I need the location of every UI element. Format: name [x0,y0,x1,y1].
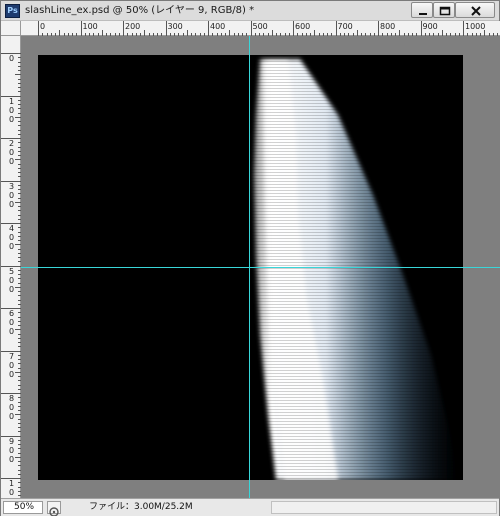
ruler-label: 3 [8,181,15,191]
status-menu-button[interactable] [47,501,61,516]
ruler-label: 5 [8,266,15,276]
ruler-label: 0 [8,148,15,157]
ruler-label: 1000 [465,22,486,31]
maximize-button[interactable] [433,2,455,18]
ruler-tick [165,21,167,36]
ruler-label: 0 [8,327,15,336]
ruler-label: 0 [8,318,15,327]
vertical-ruler[interactable]: 01002003004005006007008009001000 [1,36,21,515]
ruler-label: 0 [8,403,15,412]
ruler-label: 1 [8,96,15,106]
ruler-label: 7 [8,351,15,361]
ruler-label: 0 [8,105,15,115]
ruler-label: 2 [8,139,15,148]
maximize-icon [439,6,451,16]
status-menu-icon [49,507,59,516]
ruler-tick [463,21,464,36]
status-bar: 50% ファイル：3.00M/25.2M [1,498,499,516]
zoom-level-field[interactable]: 50% [3,501,43,514]
ruler-tick [335,21,337,36]
ruler-label: 200 [125,22,141,31]
horizontal-scrollbar[interactable] [271,501,497,514]
ruler-label: 0 [8,412,15,421]
ruler-label: 9 [8,436,15,446]
ruler-label: 500 [252,22,268,31]
ruler-label: 300 [167,22,183,31]
ruler-label: 0 [8,275,15,285]
title-bar[interactable]: Ps slashLine_ex.psd @ 50% (レイヤー 9, RGB/8… [1,1,499,21]
ruler-label: 0 [8,114,15,124]
canvas-area[interactable] [21,36,500,498]
file-size-info: ファイル：3.00M/25.2M [89,502,193,512]
ruler-label: 700 [337,22,353,31]
ruler-label: 0 [8,199,15,209]
ruler-label: 0 [8,369,15,379]
ruler-label: 100 [82,22,98,31]
ruler-tick [208,21,209,36]
minimize-icon [419,13,427,15]
horizontal-guide[interactable] [21,267,500,268]
ruler-label: 400 [210,22,226,31]
ruler-label: 6 [8,309,15,318]
ruler-label: 4 [8,224,15,233]
ruler-label: 0 [40,22,46,31]
ruler-label: 0 [8,284,15,294]
close-button[interactable] [455,2,495,18]
minimize-button[interactable] [411,2,433,18]
ruler-label: 0 [8,54,15,63]
ruler-label: 0 [8,190,15,200]
photoshop-icon: Ps [5,4,20,18]
ruler-label: 0 [8,445,15,455]
horizontal-ruler[interactable]: 0 100 200 300 400 500 600 700 800 900 1000 [21,21,500,36]
ruler-label: 0 [8,233,15,242]
document-title: slashLine_ex.psd @ 50% (レイヤー 9, RGB/8) * [25,5,255,16]
ruler-label: 800 [380,22,396,31]
ruler-tick [250,21,252,36]
ruler-corner[interactable] [1,21,21,36]
close-icon [471,6,481,16]
ruler-tick [38,21,39,36]
ruler-label: 0 [8,454,15,464]
ruler-label: 8 [8,394,15,403]
document-window: Ps slashLine_ex.psd @ 50% (レイヤー 9, RGB/8… [0,0,500,516]
ruler-label: 1 [8,479,15,488]
ruler-label: 0 [8,360,15,370]
ruler-label: 900 [422,22,438,31]
ruler-tick [293,21,294,36]
ruler-label: 0 [8,242,15,251]
ruler-tick [80,21,82,36]
ruler-tick [420,21,422,36]
ruler-label: 600 [295,22,311,31]
ruler-tick [378,21,379,36]
ruler-label: 0 [8,488,15,497]
ruler-tick [123,21,124,36]
ruler-label: 0 [8,157,15,166]
